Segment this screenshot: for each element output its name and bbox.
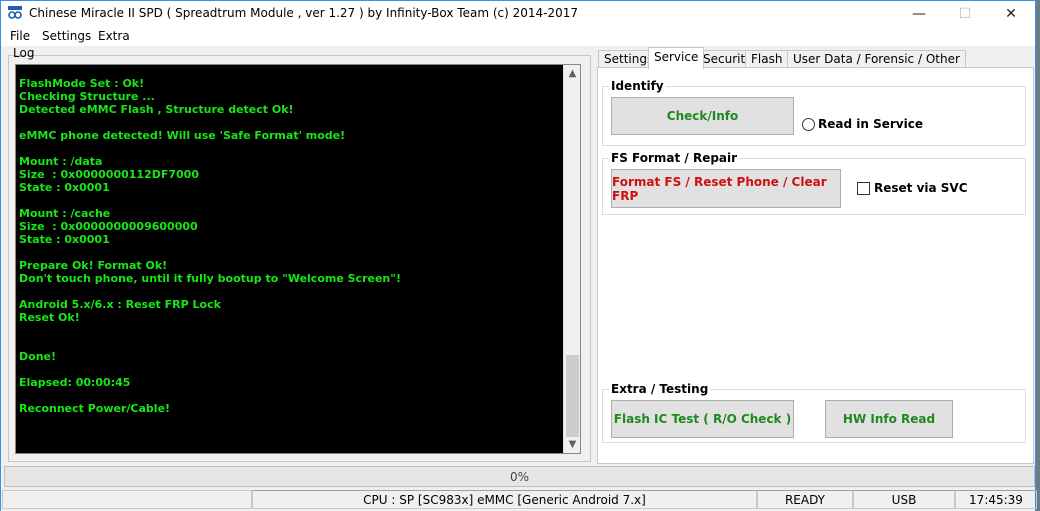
log-line: Size : 0x0000000009600000 bbox=[19, 220, 198, 233]
log-line: Size : 0x0000000112DF7000 bbox=[19, 168, 199, 181]
menu-bar: File Settings Extra bbox=[1, 27, 1035, 46]
menu-extra[interactable]: Extra bbox=[98, 29, 130, 43]
close-icon: ✕ bbox=[1005, 6, 1017, 22]
log-line: Done! bbox=[19, 350, 56, 363]
identify-group: Identify Check/Info Read in Service bbox=[602, 79, 1026, 146]
status-bar: CPU : SP [SC983x] eMMC [Generic Android … bbox=[1, 490, 1037, 511]
extra-testing-group: Extra / Testing Flash IC Test ( R/O Chec… bbox=[602, 382, 1026, 443]
progress-bar: 0% bbox=[4, 466, 1035, 487]
reset-via-svc-checkbox[interactable] bbox=[857, 182, 870, 195]
scrollbar-thumb[interactable] bbox=[566, 355, 579, 437]
read-in-service-label: Read in Service bbox=[818, 117, 923, 131]
maximize-button[interactable]: ☐ bbox=[942, 1, 988, 27]
identify-title: Identify bbox=[609, 79, 666, 93]
title-bar: Chinese Miracle II SPD ( Spreadtrum Modu… bbox=[1, 1, 1035, 27]
log-line: Detected eMMC Flash , Structure detect O… bbox=[19, 103, 294, 116]
flash-ic-test-button[interactable]: Flash IC Test ( R/O Check ) bbox=[611, 400, 794, 438]
log-line: Elapsed: 00:00:45 bbox=[19, 376, 131, 389]
fs-format-title: FS Format / Repair bbox=[609, 151, 740, 165]
log-line: Reset Ok! bbox=[19, 311, 80, 324]
log-line: FlashMode Set : Ok! bbox=[19, 77, 145, 90]
app-window: Chinese Miracle II SPD ( Spreadtrum Modu… bbox=[0, 0, 1037, 511]
format-fs-button[interactable]: Format FS / Reset Phone / Clear FRP bbox=[611, 169, 841, 208]
extra-testing-title: Extra / Testing bbox=[609, 382, 711, 396]
tab-user-data[interactable]: User Data / Forensic / Other bbox=[787, 50, 966, 68]
log-line: Checking Structure ... bbox=[19, 90, 155, 103]
tab-flash[interactable]: Flash bbox=[745, 50, 789, 68]
status-connection: USB bbox=[853, 490, 955, 509]
status-blank-cell bbox=[2, 490, 252, 509]
close-button[interactable]: ✕ bbox=[988, 1, 1034, 27]
read-in-service-radio[interactable] bbox=[802, 118, 815, 131]
log-line: Prepare Ok! Format Ok! bbox=[19, 259, 168, 272]
log-line: State : 0x0001 bbox=[19, 181, 110, 194]
log-label: Log bbox=[13, 46, 35, 60]
tab-service[interactable]: Service bbox=[648, 47, 705, 69]
maximize-icon: ☐ bbox=[958, 6, 972, 22]
log-line: Android 5.x/6.x : Reset FRP Lock bbox=[19, 298, 221, 311]
log-scrollbar[interactable]: ▲ ▼ bbox=[563, 65, 580, 453]
minimize-button[interactable]: — bbox=[896, 1, 942, 27]
scroll-up-icon[interactable]: ▲ bbox=[564, 65, 581, 82]
log-line: Reconnect Power/Cable! bbox=[19, 402, 171, 415]
log-text: FlashMode Set : Ok! Checking Structure ..… bbox=[19, 77, 559, 415]
log-line: Mount : /cache bbox=[19, 207, 111, 220]
menu-settings[interactable]: Settings bbox=[42, 29, 91, 43]
menu-file[interactable]: File bbox=[10, 29, 30, 43]
scroll-down-icon[interactable]: ▼ bbox=[564, 436, 581, 453]
reset-via-svc-label: Reset via SVC bbox=[874, 181, 968, 195]
fs-format-group: FS Format / Repair Format FS / Reset Pho… bbox=[602, 151, 1026, 215]
hw-info-read-button[interactable]: HW Info Read bbox=[825, 400, 953, 438]
log-line: eMMC phone detected! Will use 'Safe Form… bbox=[19, 129, 346, 142]
check-info-button[interactable]: Check/Info bbox=[611, 97, 794, 135]
status-cpu: CPU : SP [SC983x] eMMC [Generic Android … bbox=[252, 490, 757, 509]
service-panel: Identify Check/Info Read in Service FS F… bbox=[597, 67, 1034, 464]
progress-text: 0% bbox=[509, 470, 530, 484]
log-line: Don't touch phone, until it fully bootup… bbox=[19, 272, 401, 285]
status-time: 17:45:39 bbox=[955, 490, 1037, 509]
minimize-icon: — bbox=[912, 6, 926, 22]
window-title: Chinese Miracle II SPD ( Spreadtrum Modu… bbox=[29, 6, 579, 20]
log-line: Mount : /data bbox=[19, 155, 103, 168]
status-state: READY bbox=[757, 490, 853, 509]
log-console[interactable]: FlashMode Set : Ok! Checking Structure ..… bbox=[15, 64, 581, 454]
log-line: State : 0x0001 bbox=[19, 233, 110, 246]
infinity-logo-icon bbox=[8, 6, 22, 19]
